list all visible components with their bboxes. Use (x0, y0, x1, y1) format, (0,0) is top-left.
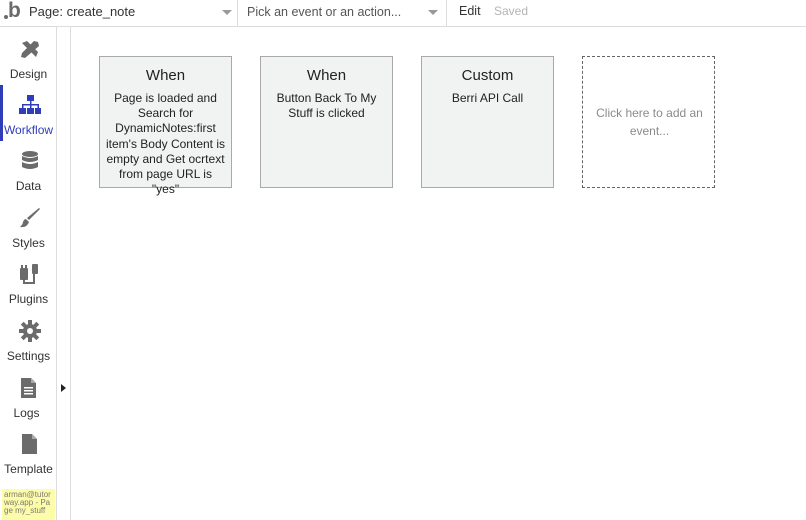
sidebar-item-label: Plugins (8, 292, 49, 306)
sidebar-item-label: Data (15, 179, 42, 193)
sidebar-item-label: Workflow (3, 123, 54, 137)
sidebar-item-template[interactable]: Template (0, 424, 57, 480)
sidebar-item-workflow[interactable]: Workflow (0, 85, 57, 141)
design-icon (21, 41, 39, 58)
event-card-description: Button Back To My Stuff is clicked (276, 91, 377, 121)
event-card-description: Page is loaded and Search for DynamicNot… (105, 91, 225, 197)
event-card-title: Custom (461, 67, 514, 84)
sidebar-item-logs[interactable]: Logs (0, 368, 57, 424)
saved-status: Saved (494, 4, 529, 18)
sidebar-item-styles[interactable]: Styles (0, 198, 57, 254)
bubble-logo-icon[interactable]: b (2, 0, 22, 24)
sidebar-item-settings[interactable]: Settings (0, 311, 57, 367)
sidebar-item-data[interactable]: Data (0, 141, 57, 197)
plug-icon (20, 264, 38, 284)
add-event-label: Click here to add an event... (596, 106, 703, 138)
event-card-title: When (145, 67, 186, 84)
edit-menu[interactable]: Edit (459, 4, 481, 18)
gear-icon (19, 320, 41, 342)
user-tag[interactable]: arman@tutorway.app - Page my_stuff (2, 489, 55, 520)
sidebar-item-plugins[interactable]: Plugins (0, 254, 57, 310)
brush-icon (20, 208, 40, 228)
chevron-down-icon (428, 10, 438, 15)
page-selector[interactable]: Page: create_note (24, 0, 238, 27)
sidebar-item-label: Design (9, 67, 48, 81)
sidebar-item-label: Settings (6, 349, 51, 363)
event-card-custom[interactable]: Custom Berri API Call (421, 56, 554, 188)
template-icon (22, 434, 37, 454)
event-card-page-loaded[interactable]: When Page is loaded and Search for Dynam… (99, 56, 232, 196)
sidebar-item-design[interactable]: Design (0, 29, 57, 85)
event-card-title: When (306, 67, 347, 84)
sidebar-item-label: Logs (13, 406, 40, 420)
panel-toggle-strip[interactable] (57, 27, 71, 520)
event-card-button-clicked[interactable]: When Button Back To My Stuff is clicked (260, 56, 393, 188)
workflow-icon (19, 95, 41, 114)
event-card-description: Berri API Call (451, 91, 524, 105)
event-action-picker[interactable]: Pick an event or an action... (239, 0, 447, 27)
database-icon (22, 151, 38, 169)
user-tag-text: arman@tutorway.app - Page my_stuff (4, 490, 51, 515)
expand-arrow-icon[interactable] (61, 384, 66, 392)
sidebar-item-label: Template (4, 462, 53, 476)
top-bar: b Page: create_note Pick an event or an … (0, 0, 806, 27)
page-selector-label: Page: create_note (29, 4, 136, 19)
add-event-button[interactable]: Click here to add an event... (582, 56, 715, 188)
chevron-down-icon (222, 10, 232, 15)
sidebar-item-label: Styles (12, 236, 45, 250)
sidebar: Design Workflow Data Styles Plugins Sett… (0, 27, 57, 520)
event-action-placeholder: Pick an event or an action... (247, 5, 402, 19)
document-icon (21, 378, 36, 398)
